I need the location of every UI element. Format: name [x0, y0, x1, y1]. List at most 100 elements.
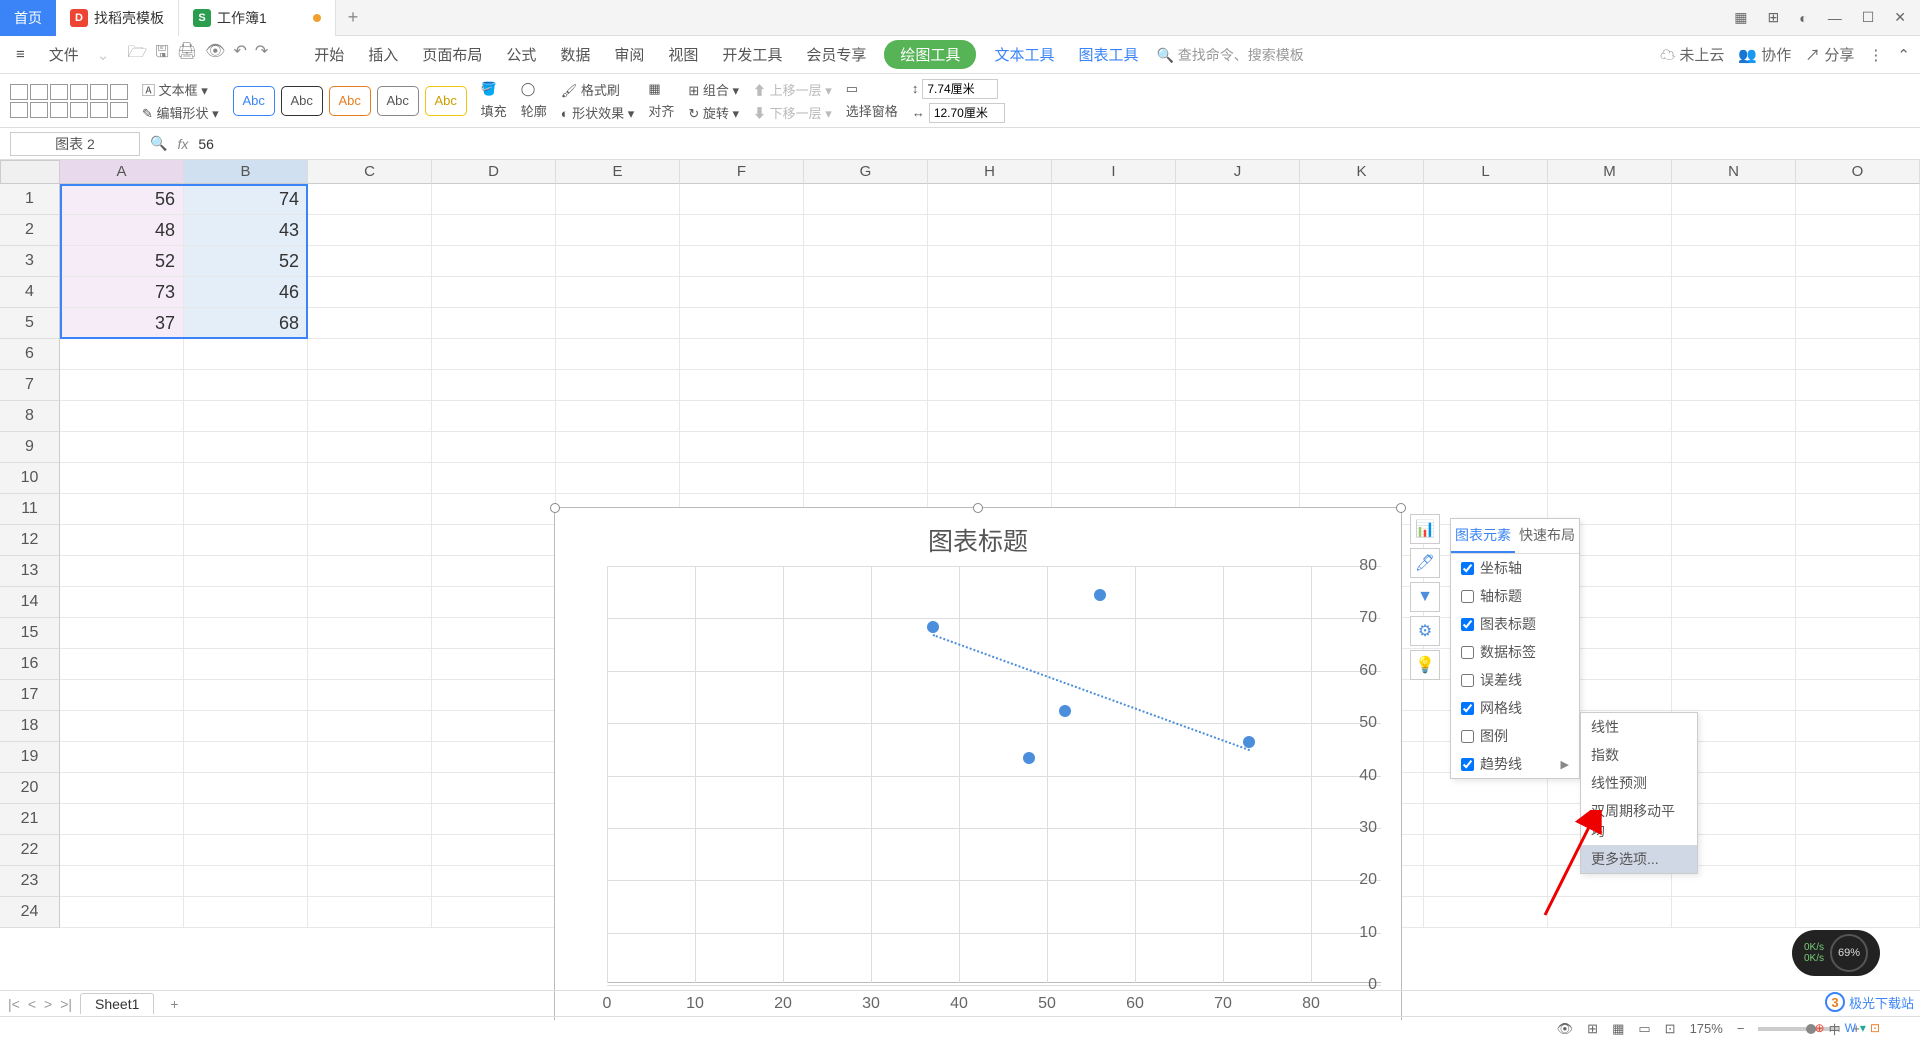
data-point[interactable] [1023, 752, 1035, 764]
cell[interactable] [184, 463, 308, 494]
formatpainter-button[interactable]: 🖌 格式刷 [561, 80, 635, 99]
row-header[interactable]: 7 [0, 370, 60, 401]
cell[interactable] [308, 618, 432, 649]
cell[interactable] [1796, 835, 1920, 866]
cell[interactable] [184, 494, 308, 525]
view-grid-icon[interactable]: ⊞ [1587, 1021, 1598, 1037]
cell[interactable] [1424, 401, 1548, 432]
sheet-tab[interactable]: Sheet1 [80, 993, 154, 1014]
shapes-gallery[interactable] [10, 84, 128, 118]
cell[interactable] [308, 711, 432, 742]
row-header[interactable]: 5 [0, 308, 60, 339]
cell[interactable] [1424, 339, 1548, 370]
cell[interactable] [1796, 618, 1920, 649]
chart-element-checkbox[interactable]: 误差线 [1451, 666, 1579, 694]
cell[interactable] [1796, 463, 1920, 494]
view-eye-icon[interactable]: 👁 [1557, 1021, 1574, 1037]
group-button[interactable]: ⊞ 组合 ▾ [688, 80, 739, 99]
row-header[interactable]: 22 [0, 835, 60, 866]
style-2[interactable]: Abc [281, 86, 323, 116]
cell[interactable] [1176, 215, 1300, 246]
cell[interactable] [60, 742, 184, 773]
resize-handle[interactable] [550, 503, 560, 513]
cell[interactable] [60, 711, 184, 742]
cell[interactable]: 52 [60, 246, 184, 277]
cell[interactable] [1176, 463, 1300, 494]
cell[interactable] [1796, 215, 1920, 246]
cell[interactable] [308, 680, 432, 711]
cell[interactable] [308, 246, 432, 277]
cell[interactable] [308, 773, 432, 804]
cell[interactable] [1176, 184, 1300, 215]
apps-icon[interactable]: ⊞ [1762, 5, 1786, 30]
cell[interactable] [1796, 277, 1920, 308]
cell[interactable] [680, 184, 804, 215]
cell[interactable] [432, 711, 556, 742]
cell[interactable] [1424, 184, 1548, 215]
resize-handle[interactable] [973, 503, 983, 513]
row-header[interactable]: 15 [0, 618, 60, 649]
cell[interactable] [1796, 432, 1920, 463]
cell[interactable] [184, 835, 308, 866]
cell[interactable] [432, 215, 556, 246]
maximize-button[interactable]: ☐ [1856, 5, 1881, 30]
col-header[interactable]: J [1176, 160, 1300, 184]
chart-element-checkbox[interactable]: 数据标签 [1451, 638, 1579, 666]
menu-start[interactable]: 开始 [308, 40, 350, 69]
cell[interactable] [1052, 277, 1176, 308]
col-header[interactable]: A [60, 160, 184, 184]
cell[interactable] [1672, 246, 1796, 277]
row-header[interactable]: 4 [0, 277, 60, 308]
cell[interactable] [1052, 401, 1176, 432]
cell[interactable] [432, 649, 556, 680]
cell[interactable] [1176, 308, 1300, 339]
cell[interactable] [1052, 432, 1176, 463]
cell[interactable]: 48 [60, 215, 184, 246]
chart-object[interactable]: 图表标题 0102030405060708001020304050607080 [554, 507, 1402, 1020]
cell[interactable] [556, 277, 680, 308]
cell[interactable] [308, 866, 432, 897]
row-header[interactable]: 17 [0, 680, 60, 711]
cell[interactable] [1176, 370, 1300, 401]
cell[interactable] [1548, 215, 1672, 246]
cell[interactable] [1672, 401, 1796, 432]
cell[interactable] [1796, 711, 1920, 742]
col-header[interactable]: H [928, 160, 1052, 184]
cell[interactable] [1796, 308, 1920, 339]
cell[interactable] [308, 463, 432, 494]
row-header[interactable]: 1 [0, 184, 60, 215]
worksheet[interactable]: ABCDEFGHIJKLMNO 123456789101112131415161… [0, 160, 1920, 1020]
col-header[interactable]: K [1300, 160, 1424, 184]
col-header[interactable]: O [1796, 160, 1920, 184]
cell[interactable] [1300, 246, 1424, 277]
col-header[interactable]: D [432, 160, 556, 184]
cell[interactable] [308, 556, 432, 587]
cell[interactable] [1424, 277, 1548, 308]
trendline-option[interactable]: 线性 [1581, 713, 1697, 741]
cell[interactable] [556, 308, 680, 339]
fill-button[interactable]: 🪣 [481, 81, 507, 97]
cell[interactable] [804, 308, 928, 339]
cell[interactable] [1548, 370, 1672, 401]
chart-element-checkbox[interactable]: 图例 [1451, 722, 1579, 750]
cell[interactable] [680, 401, 804, 432]
cell[interactable] [1424, 804, 1548, 835]
menu-text-tools[interactable]: 文本工具 [988, 40, 1060, 69]
cell[interactable] [1796, 401, 1920, 432]
cell[interactable] [60, 494, 184, 525]
rotate-button[interactable]: ↻ 旋转 ▾ [688, 103, 739, 122]
cell[interactable] [432, 525, 556, 556]
cell[interactable] [928, 432, 1052, 463]
row-header[interactable]: 19 [0, 742, 60, 773]
cell[interactable] [928, 370, 1052, 401]
cell[interactable] [1796, 897, 1920, 928]
cell[interactable] [1300, 277, 1424, 308]
outline-button[interactable]: ◯ [521, 81, 547, 97]
cell[interactable] [308, 649, 432, 680]
cell[interactable] [1424, 463, 1548, 494]
cell[interactable] [928, 339, 1052, 370]
cell[interactable] [556, 184, 680, 215]
cell[interactable] [184, 897, 308, 928]
qa-open-icon[interactable]: 🗁 [127, 41, 147, 68]
cell[interactable] [1424, 308, 1548, 339]
